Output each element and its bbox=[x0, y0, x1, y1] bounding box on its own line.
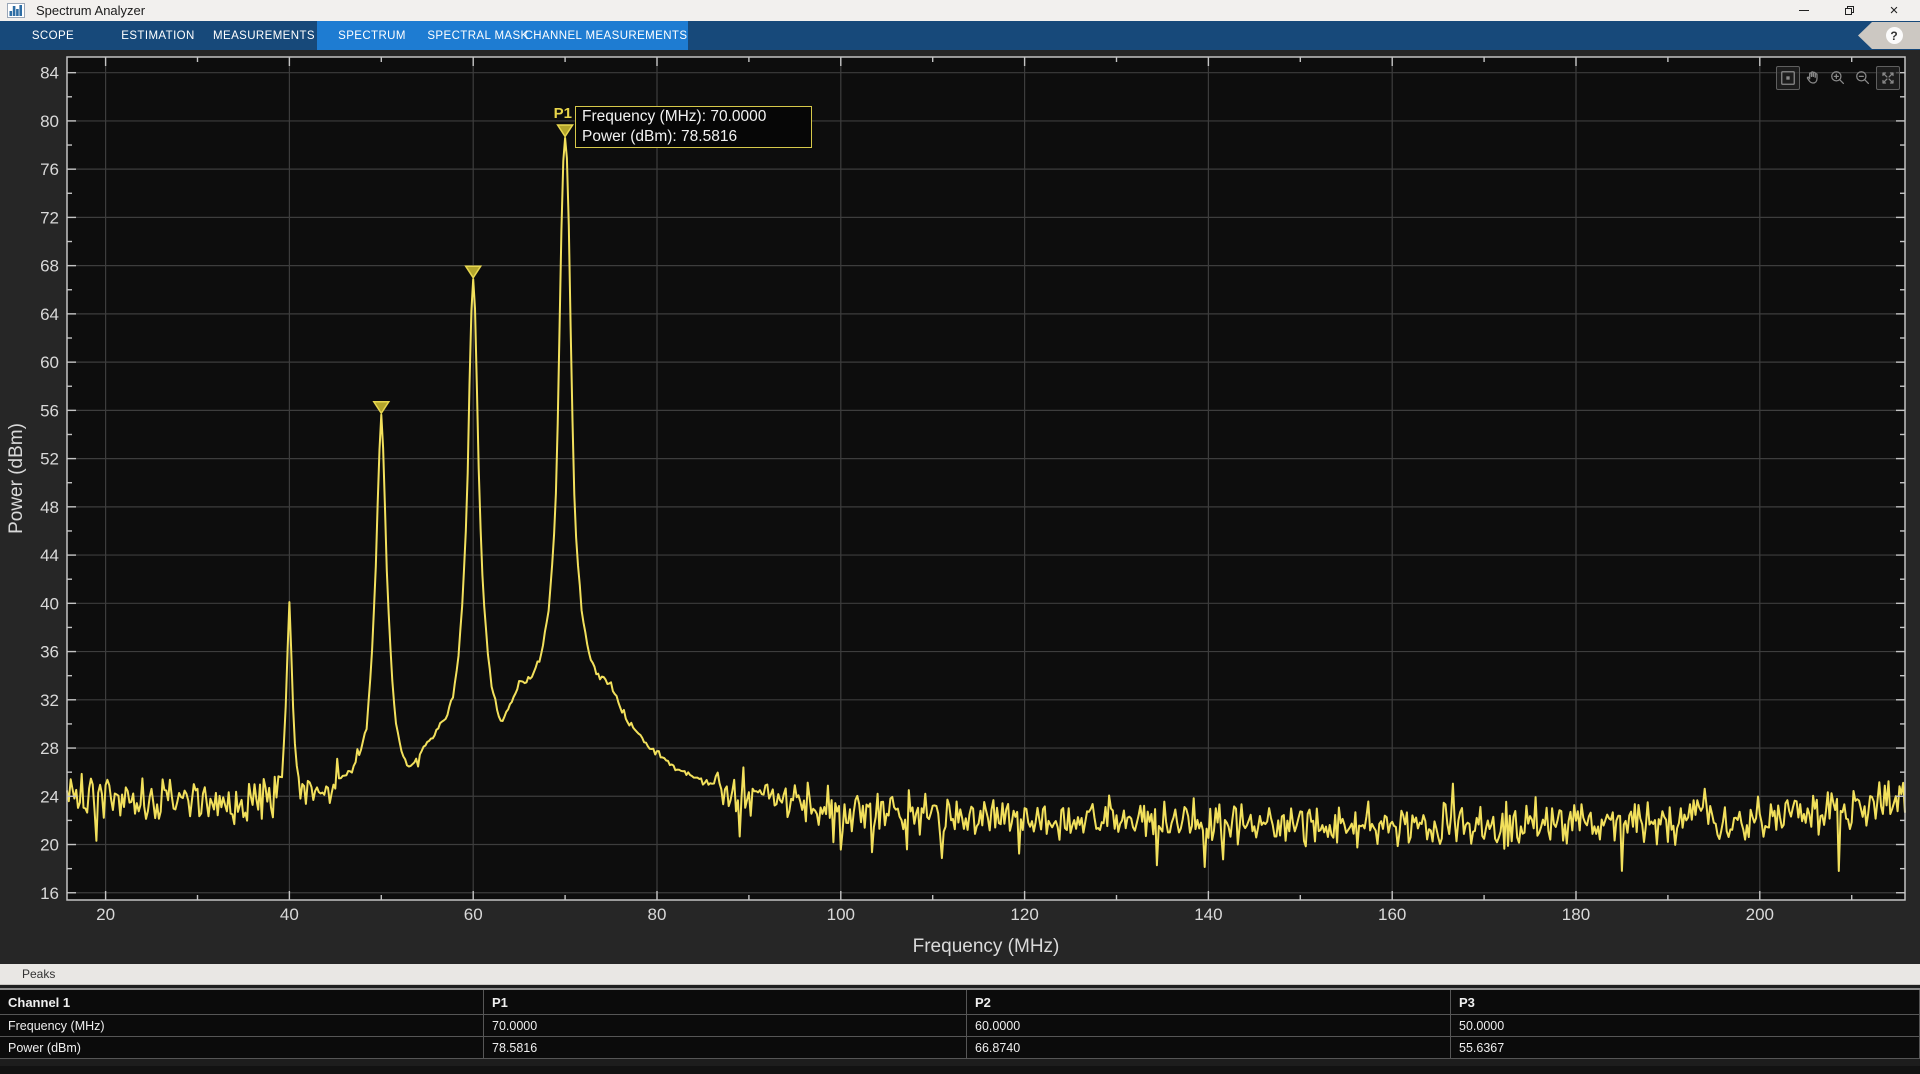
y-tick-label: 20 bbox=[40, 836, 59, 855]
y-tick-label: 48 bbox=[40, 498, 59, 517]
x-tick-label: 140 bbox=[1194, 905, 1222, 924]
y-tick-label: 28 bbox=[40, 739, 59, 758]
y-tick-label: 40 bbox=[40, 594, 59, 613]
plot-background bbox=[67, 57, 1905, 900]
spectrum-chart[interactable]: 20 40 60 80 100 120 140 160 180 200 16 20 24 28 32 36 40… bbox=[0, 50, 1920, 964]
tab-spectral-mask[interactable]: SPECTRAL MASK bbox=[428, 21, 528, 50]
bottom-strip bbox=[0, 1066, 1920, 1074]
datatip-line-power: Power (dBm): 78.5816 bbox=[582, 127, 805, 147]
datatip[interactable]: Frequency (MHz): 70.0000 Power (dBm): 78… bbox=[575, 106, 812, 148]
axes-toolbar bbox=[1776, 66, 1900, 90]
y-tick-label: 80 bbox=[40, 112, 59, 131]
x-tick-label: 80 bbox=[648, 905, 667, 924]
y-tick-label: 44 bbox=[40, 546, 59, 565]
autoscale-icon[interactable] bbox=[1776, 66, 1800, 90]
pan-icon[interactable] bbox=[1801, 66, 1825, 90]
y-tick-label: 52 bbox=[40, 450, 59, 469]
peaks-table-value: 78.5816 bbox=[484, 1037, 967, 1059]
peaks-table-value: 60.0000 bbox=[967, 1015, 1451, 1037]
y-tick-label: 76 bbox=[40, 160, 59, 179]
y-tick-label: 36 bbox=[40, 643, 59, 662]
tab-spectrum[interactable]: SPECTRUM bbox=[326, 21, 418, 50]
peaks-table: Channel 1P1P2P3 Frequency (MHz)70.000060.… bbox=[0, 988, 1920, 1059]
x-tick-label: 60 bbox=[464, 905, 483, 924]
title-bar: Spectrum Analyzer × bbox=[0, 0, 1920, 21]
x-tick-label: 200 bbox=[1746, 905, 1774, 924]
y-tick-label: 16 bbox=[40, 884, 59, 903]
x-tick-label: 160 bbox=[1378, 905, 1406, 924]
close-icon: × bbox=[1890, 3, 1899, 18]
peaks-table-value: 66.8740 bbox=[967, 1037, 1451, 1059]
spectrum-analyzer-window: Spectrum Analyzer × SCOPE ESTIMATION MEA… bbox=[0, 0, 1920, 1074]
zoom-in-icon[interactable] bbox=[1826, 66, 1850, 90]
y-tick-label: 32 bbox=[40, 691, 59, 710]
window-title: Spectrum Analyzer bbox=[36, 3, 145, 18]
minimize-icon bbox=[1799, 10, 1809, 11]
restore-icon bbox=[1845, 6, 1854, 15]
help-icon: ? bbox=[1886, 27, 1903, 44]
y-tick-label: 84 bbox=[40, 64, 59, 83]
peaks-table-value: 70.0000 bbox=[484, 1015, 967, 1037]
restore-button[interactable] bbox=[1831, 0, 1867, 21]
peaks-panel-title: Peaks bbox=[22, 967, 55, 981]
x-tick-label: 100 bbox=[827, 905, 855, 924]
restore-view-icon[interactable] bbox=[1876, 66, 1900, 90]
y-tick-label: 56 bbox=[40, 401, 59, 420]
x-tick-label: 120 bbox=[1010, 905, 1038, 924]
peaks-table-header-p2: P2 bbox=[967, 990, 1451, 1015]
peaks-table-header-channel: Channel 1 bbox=[0, 990, 484, 1015]
y-tick-label: 68 bbox=[40, 257, 59, 276]
toolstrip: SCOPE ESTIMATION MEASUREMENTS SPECTRUM S… bbox=[0, 21, 1920, 50]
y-tick-label: 72 bbox=[40, 208, 59, 227]
peaks-table-filler bbox=[0, 1059, 1920, 1066]
app-icon bbox=[7, 3, 25, 18]
close-button[interactable]: × bbox=[1876, 0, 1912, 21]
tab-estimation[interactable]: ESTIMATION bbox=[111, 21, 205, 50]
y-tick-label: 64 bbox=[40, 305, 59, 324]
tab-channel-measurements[interactable]: CHANNEL MEASUREMENTS bbox=[536, 21, 676, 50]
peak-marker-label-p1: P1 bbox=[516, 105, 572, 122]
x-axis-title: Frequency (MHz) bbox=[913, 936, 1060, 957]
tab-scope[interactable]: SCOPE bbox=[20, 21, 86, 50]
x-tick-label: 20 bbox=[96, 905, 115, 924]
peaks-table-row-label: Frequency (MHz) bbox=[0, 1015, 484, 1037]
peaks-table-value: 55.6367 bbox=[1451, 1037, 1920, 1059]
peaks-table-header-p1: P1 bbox=[484, 990, 967, 1015]
y-tick-label: 24 bbox=[40, 787, 59, 806]
peaks-panel-header[interactable]: Peaks bbox=[0, 964, 1920, 985]
y-tick-label: 60 bbox=[40, 353, 59, 372]
datatip-line-frequency: Frequency (MHz): 70.0000 bbox=[582, 107, 805, 127]
peaks-table-row-label: Power (dBm) bbox=[0, 1037, 484, 1059]
minimize-button[interactable] bbox=[1786, 0, 1822, 21]
spectrum-plot-panel: 20 40 60 80 100 120 140 160 180 200 16 20 24 28 32 36 40… bbox=[0, 50, 1920, 964]
tab-measurements[interactable]: MEASUREMENTS bbox=[206, 21, 322, 50]
y-axis-title: Power (dBm) bbox=[6, 423, 27, 534]
help-button[interactable]: ? bbox=[1858, 22, 1920, 49]
x-tick-label: 40 bbox=[280, 905, 299, 924]
peaks-table-header-p3: P3 bbox=[1451, 990, 1920, 1015]
zoom-out-icon[interactable] bbox=[1851, 66, 1875, 90]
peaks-table-value: 50.0000 bbox=[1451, 1015, 1920, 1037]
x-tick-label: 180 bbox=[1562, 905, 1590, 924]
